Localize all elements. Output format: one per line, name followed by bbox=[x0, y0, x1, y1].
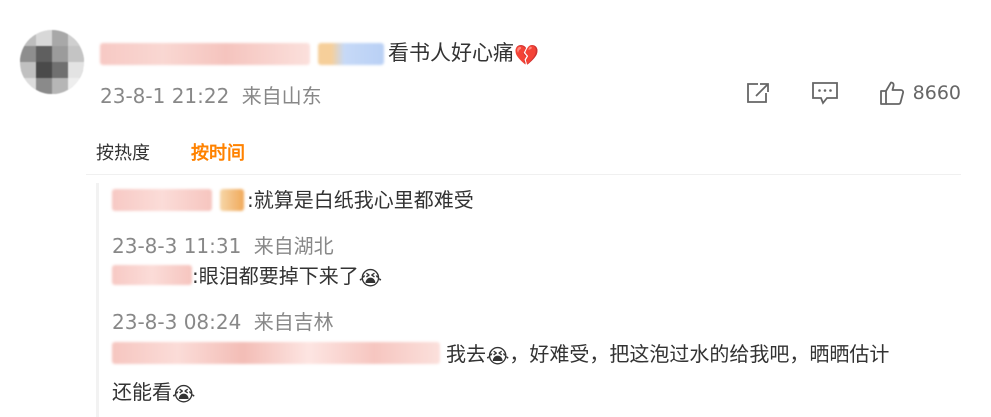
tab-sort-by-heat[interactable]: 按热度 bbox=[96, 139, 150, 165]
blurred-username[interactable] bbox=[100, 43, 310, 65]
tab-sort-by-time[interactable]: 按时间 bbox=[191, 139, 245, 165]
comment-actions: 8660 bbox=[705, 78, 961, 108]
reply-2-body: :眼泪都要掉下来了 bbox=[192, 264, 359, 288]
avatar[interactable] bbox=[20, 30, 84, 94]
crying-face-icon: 😭 bbox=[358, 266, 383, 290]
reply-3-text-a: 我去 bbox=[446, 342, 486, 366]
broken-heart-icon: 💔 bbox=[514, 43, 539, 67]
comment-meta: 23-8-1 21:22 来自山东 bbox=[100, 80, 322, 109]
thumbs-up-icon bbox=[879, 80, 905, 106]
comment-date: 23-8-1 21:22 bbox=[100, 84, 230, 108]
like-button[interactable]: 8660 bbox=[879, 80, 961, 106]
reply-1-text: :就算是白纸我心里都难受 bbox=[247, 188, 474, 212]
reply-3-blurred-username[interactable] bbox=[112, 342, 440, 364]
share-button[interactable] bbox=[745, 81, 771, 105]
reply-2-text: :眼泪都要掉下来了😭 bbox=[192, 263, 382, 289]
comment-text: 看书人好心痛💔 bbox=[388, 40, 539, 66]
reply-thread-line bbox=[96, 183, 99, 417]
reply-1-date: 23-8-3 11:31 bbox=[112, 234, 242, 258]
comment-location: 来自山东 bbox=[241, 84, 322, 108]
comment-thread: 看书人好心痛💔 23-8-1 21:22 来自山东 8660 按热度 按时间:… bbox=[0, 0, 991, 417]
reply-2-blurred-username[interactable] bbox=[112, 265, 192, 285]
reply-2-location: 来自吉林 bbox=[253, 310, 334, 334]
crying-face-icon: 😭 bbox=[172, 382, 196, 406]
reply-3-text-b: ，好难受，把这泡过水的给我吧，晒晒估计 bbox=[509, 342, 890, 366]
reply-1-blurred-badge bbox=[220, 189, 244, 211]
reply-3-line-1: 我去😭，好难受，把这泡过水的给我吧，晒晒估计 bbox=[446, 341, 889, 367]
comment-icon bbox=[811, 80, 839, 106]
like-count: 8660 bbox=[912, 82, 961, 104]
blurred-badge bbox=[318, 43, 384, 65]
share-icon bbox=[745, 81, 771, 105]
reply-2-date: 23-8-3 08:24 bbox=[112, 310, 242, 334]
reply-1-meta: 23-8-3 11:31 来自湖北 bbox=[112, 230, 334, 259]
comment-body: 看书人好心痛 bbox=[388, 41, 514, 65]
divider bbox=[86, 174, 961, 175]
reply-1-location: 来自湖北 bbox=[253, 234, 334, 258]
reply-1-blurred-username[interactable] bbox=[112, 189, 212, 211]
reply-3-line-2: 还能看😭 bbox=[112, 379, 195, 405]
comment-button[interactable] bbox=[811, 80, 839, 106]
crying-face-icon: 😭 bbox=[486, 344, 510, 368]
reply-3-text-c: 还能看 bbox=[112, 380, 172, 404]
reply-2-meta: 23-8-3 08:24 来自吉林 bbox=[112, 306, 334, 335]
